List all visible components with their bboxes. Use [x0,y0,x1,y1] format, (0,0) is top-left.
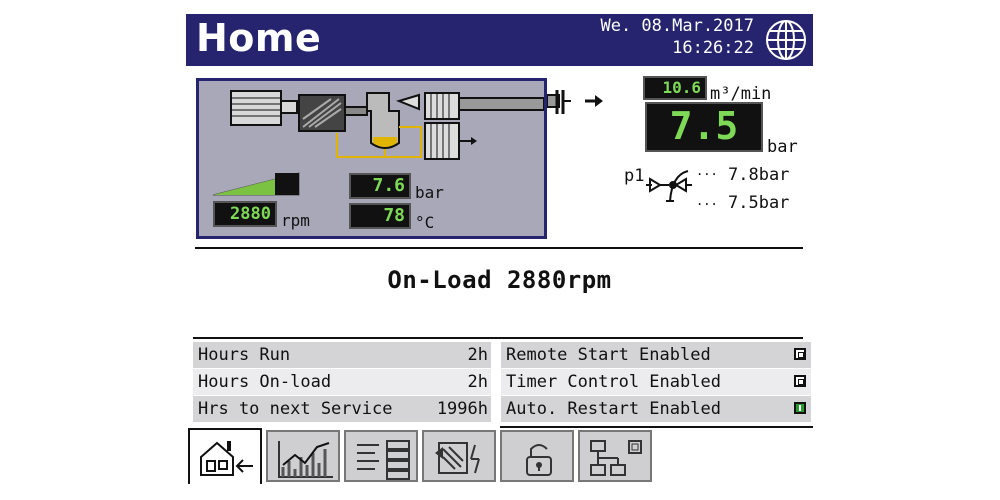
network-icon [590,440,642,476]
info-label: Remote Start Enabled [506,345,711,365]
discharge-arrow-icon [547,90,603,114]
delivery-pressure-unit: bar [767,137,798,157]
tab-trends[interactable] [266,430,340,482]
info-label: Hours On-load [198,372,332,392]
min-pressure-valve-icon [395,93,420,111]
time-display: 16:26:22 [672,38,754,58]
motor-icon [230,90,298,126]
home-icon [200,441,253,476]
speed-unit: rpm [281,211,310,230]
status-indicator-off [794,348,806,360]
temperature-unit: °C [415,213,435,232]
operating-status: On-Load 2880rpm [387,266,612,294]
info-row-hours-onload: Hours On-load 2h [193,369,491,395]
divider-top [195,247,803,249]
speed-level-gauge [212,172,300,196]
p1-lower-setpoint: 7.5bar [728,193,790,213]
info-value: 2h [467,372,488,392]
p1-label: p1 [624,166,645,186]
info-value: 1996h [436,399,488,419]
oil-cooler-icon [424,122,477,160]
date-display: We. 08.Mar.2017 [600,16,754,36]
trend-chart-icon [278,441,333,478]
status-indicator-on [794,402,806,414]
globe-icon[interactable] [764,18,808,62]
separator-tank-icon [344,92,400,149]
menu-list-icon [357,440,410,480]
delivery-pressure-readout: 7.5 [645,102,763,152]
speed-readout: 2880 [213,201,277,227]
tab-menu[interactable] [344,430,418,482]
tab-network[interactable] [578,430,652,482]
flow-readout: 10.6 [643,76,707,100]
info-row-hours-run: Hours Run 2h [193,342,491,368]
info-label: Timer Control Enabled [506,372,721,392]
p1-upper-setpoint: 7.8bar [728,165,790,185]
info-value: 2h [467,345,488,365]
info-row-timer-control: Timer Control Enabled [501,369,811,395]
process-diagram-panel: 2880 rpm 7.6 bar 78 °C [196,78,547,239]
oil-pressure-unit: bar [415,183,444,202]
info-label: Hrs to next Service [198,399,393,419]
airend-icon [298,94,346,132]
info-row-next-service: Hrs to next Service 1996h [193,396,491,422]
temperature-readout: 78 [349,203,411,229]
svg-text:...: ... [696,165,718,178]
divider-bottom [193,337,803,339]
info-row-remote-start: Remote Start Enabled [501,342,811,368]
info-label: Hours Run [198,345,291,365]
info-row-auto-restart: Auto. Restart Enabled [501,396,811,422]
header-bar: Home We. 08.Mar.2017 16:26:22 [186,14,813,66]
pressure-switch-icon: ... ... [646,165,718,208]
info-label: Auto. Restart Enabled [506,399,721,419]
tab-service[interactable] [422,430,496,482]
svg-text:...: ... [696,194,718,208]
discharge-pipe [458,97,544,111]
page-title: Home [196,16,322,60]
aftercooler-icon [424,92,460,120]
flow-unit: m³/min [710,84,772,104]
oil-pressure-readout: 7.6 [349,173,411,199]
tab-baseline [500,426,813,428]
service-icon [435,442,480,474]
status-indicator-off [794,375,806,387]
tab-access-level[interactable] [500,430,574,482]
tab-home[interactable] [188,428,262,484]
lock-icon [526,444,552,476]
